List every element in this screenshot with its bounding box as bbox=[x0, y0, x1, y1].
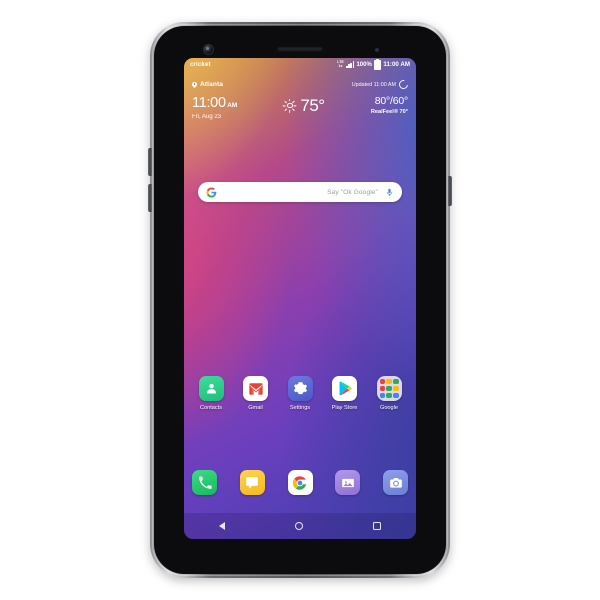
gmail-icon bbox=[243, 376, 268, 401]
folder-mini-icon bbox=[393, 386, 398, 391]
google-g-icon bbox=[206, 187, 217, 198]
updated-label: Updated 11:00 AM bbox=[352, 82, 396, 88]
realfeel-label: RealFeel® 70° bbox=[371, 110, 408, 116]
folder-mini-icon bbox=[386, 393, 391, 398]
high-low-temperature: 80°/60° bbox=[371, 96, 408, 107]
google-folder-icon bbox=[377, 376, 402, 401]
navigation-bar bbox=[184, 513, 416, 539]
photos-icon[interactable] bbox=[335, 470, 360, 495]
signal-bars-icon bbox=[346, 61, 354, 68]
search-input[interactable]: Say "Ok Google" bbox=[217, 189, 385, 196]
app-label: Play Store bbox=[332, 405, 358, 411]
widget-location[interactable]: Atlanta bbox=[192, 81, 223, 88]
location-pin-icon bbox=[192, 82, 197, 87]
volume-up-button[interactable] bbox=[148, 148, 152, 176]
folder-mini-icon bbox=[393, 379, 398, 384]
status-bar: cricket LTE 1x 100% 11:00 AM bbox=[184, 58, 416, 71]
front-camera-glint bbox=[206, 47, 209, 50]
google-search-bar[interactable]: Say "Ok Google" bbox=[198, 182, 402, 202]
app-label: Gmail bbox=[248, 405, 263, 411]
back-triangle-icon[interactable] bbox=[219, 522, 225, 530]
play-store-icon bbox=[332, 376, 357, 401]
clock-date: Fri, Aug 23 bbox=[192, 114, 237, 120]
clock-time: 11:00AM bbox=[192, 96, 237, 111]
widget-body: 11:00AM Fri, Aug 23 75° bbox=[192, 96, 408, 120]
folder-mini-icon bbox=[380, 393, 385, 398]
clock-meridiem: AM bbox=[227, 102, 237, 109]
app-contacts[interactable]: Contacts bbox=[192, 376, 230, 411]
widget-clock[interactable]: 11:00AM Fri, Aug 23 bbox=[192, 96, 237, 120]
messages-icon[interactable] bbox=[240, 470, 265, 495]
earpiece-speaker bbox=[277, 47, 323, 52]
app-grid: Contacts Gmail bbox=[192, 376, 408, 411]
app-settings[interactable]: Settings bbox=[281, 376, 319, 411]
phone-icon[interactable] bbox=[192, 470, 217, 495]
folder-mini-icon bbox=[380, 379, 385, 384]
app-label: Settings bbox=[290, 405, 310, 411]
proximity-sensor-icon bbox=[375, 48, 379, 52]
battery-percent-label: 100% bbox=[356, 62, 371, 68]
folder-mini-icon bbox=[380, 386, 385, 391]
contacts-icon bbox=[199, 376, 224, 401]
volume-down-button[interactable] bbox=[148, 184, 152, 212]
weather-clock-widget[interactable]: Atlanta Updated 11:00 AM 11:00AM Fri, Au… bbox=[192, 80, 408, 120]
app-label: Contacts bbox=[200, 405, 222, 411]
refresh-icon[interactable] bbox=[397, 78, 410, 91]
home-circle-icon[interactable] bbox=[295, 522, 304, 531]
widget-header: Atlanta Updated 11:00 AM bbox=[192, 80, 408, 89]
settings-gear-icon bbox=[288, 376, 313, 401]
widget-forecast: 80°/60° RealFeel® 70° bbox=[371, 96, 408, 116]
status-bar-right: LTE 1x 100% 11:00 AM bbox=[337, 60, 410, 70]
phone-screen: cricket LTE 1x 100% 11:00 AM Atlanta bbox=[184, 58, 416, 539]
folder-preview-grid bbox=[380, 379, 399, 398]
folder-mini-icon bbox=[393, 393, 398, 398]
location-label: Atlanta bbox=[200, 81, 223, 88]
carrier-label: cricket bbox=[190, 61, 211, 68]
battery-full-icon bbox=[374, 60, 381, 70]
app-google-folder[interactable]: Google bbox=[370, 376, 408, 411]
network-type-icon: LTE 1x bbox=[337, 61, 344, 68]
status-time-label: 11:00 AM bbox=[383, 61, 410, 68]
camera-icon[interactable] bbox=[383, 470, 408, 495]
app-label: Google bbox=[380, 405, 398, 411]
current-temperature: 75° bbox=[300, 97, 324, 114]
sunny-icon bbox=[283, 99, 296, 112]
screen-glare bbox=[184, 58, 416, 539]
chrome-icon[interactable] bbox=[288, 470, 313, 495]
app-gmail[interactable]: Gmail bbox=[237, 376, 275, 411]
widget-current-conditions: 75° bbox=[283, 97, 324, 114]
power-button[interactable] bbox=[448, 176, 452, 206]
widget-updated[interactable]: Updated 11:00 AM bbox=[352, 80, 408, 89]
folder-mini-icon bbox=[386, 379, 391, 384]
app-play-store[interactable]: Play Store bbox=[326, 376, 364, 411]
microphone-icon[interactable] bbox=[385, 187, 394, 198]
screenshot-canvas: cricket LTE 1x 100% 11:00 AM Atlanta bbox=[0, 0, 600, 600]
recents-square-icon[interactable] bbox=[373, 522, 381, 530]
dock bbox=[192, 470, 408, 495]
folder-mini-icon bbox=[386, 386, 391, 391]
